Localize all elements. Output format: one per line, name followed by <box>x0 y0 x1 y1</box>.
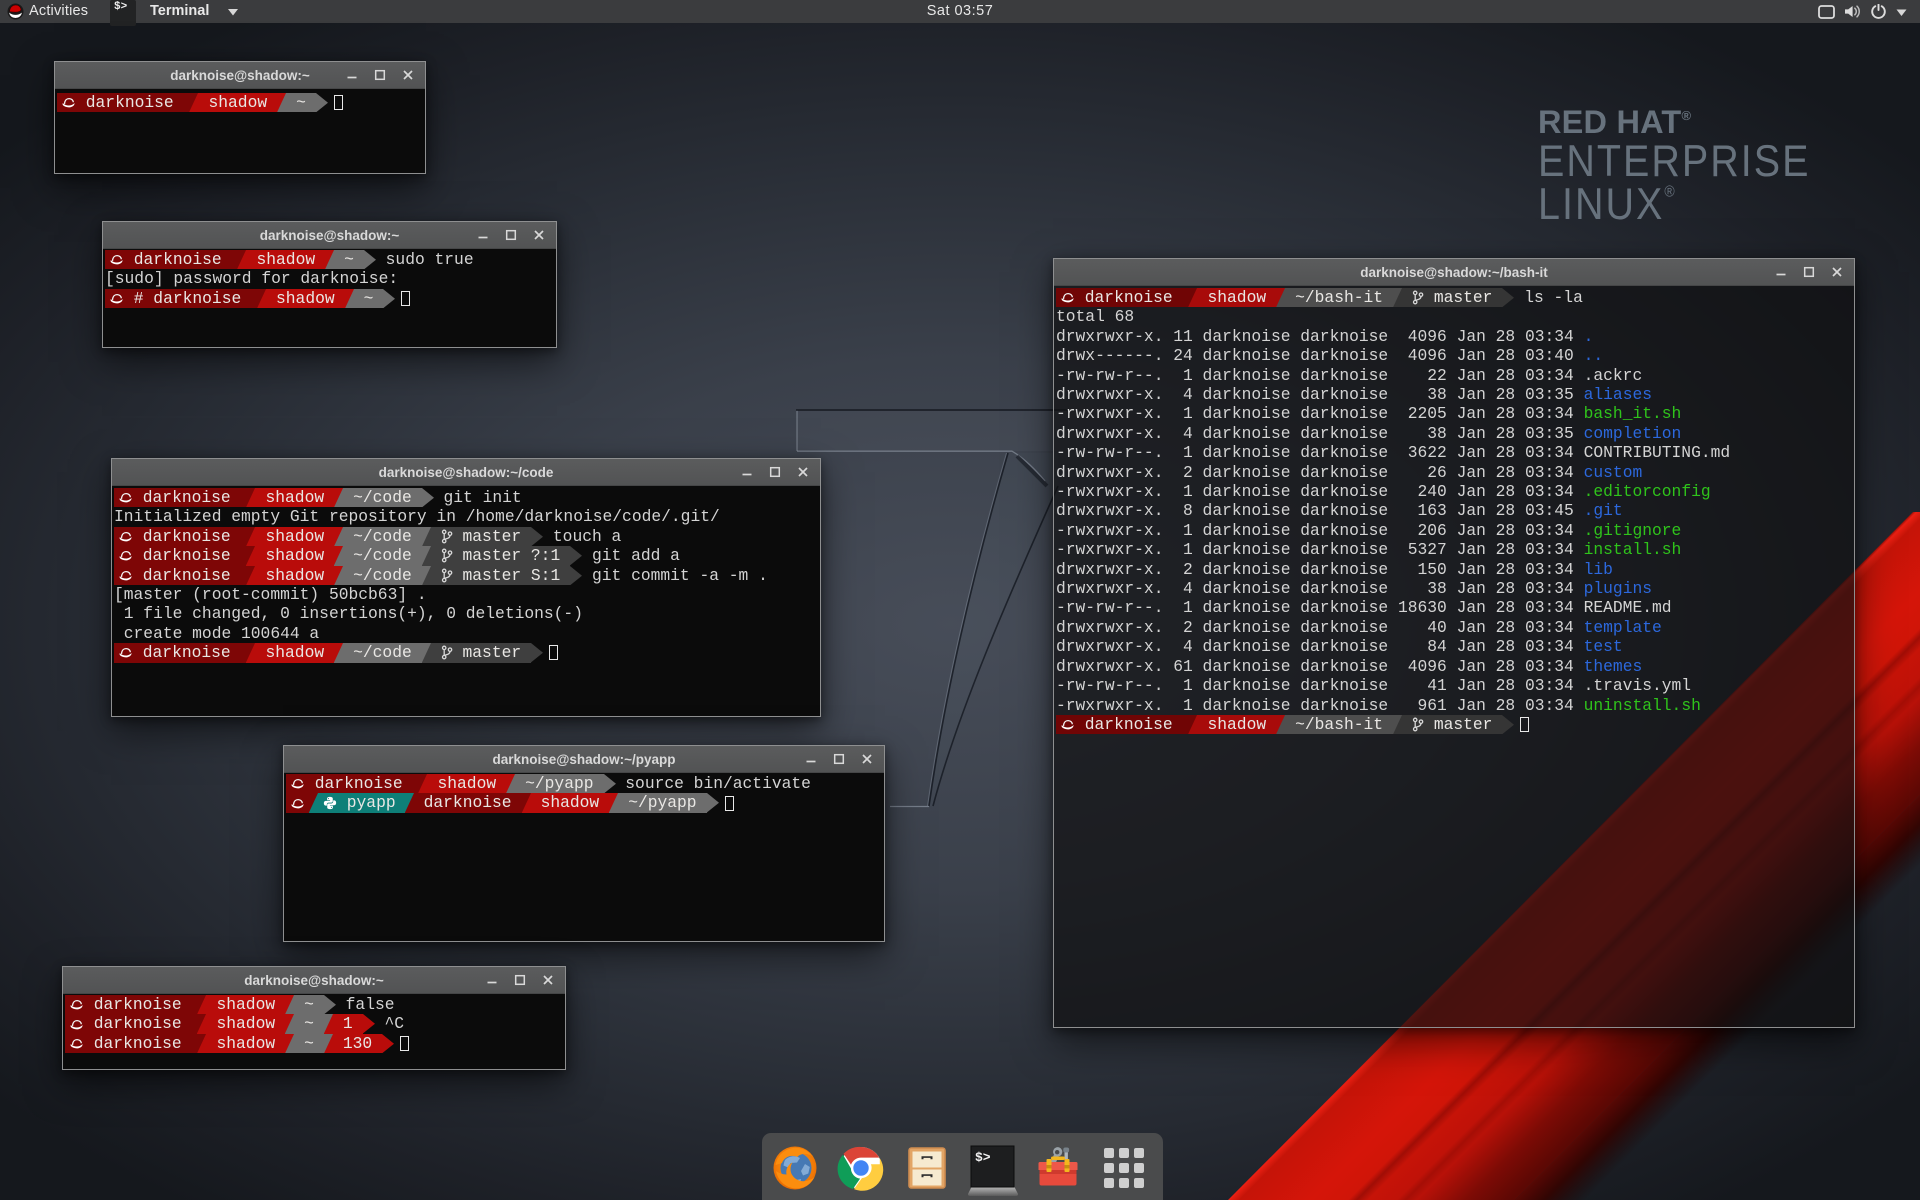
svg-text:$>: $> <box>975 1150 991 1165</box>
